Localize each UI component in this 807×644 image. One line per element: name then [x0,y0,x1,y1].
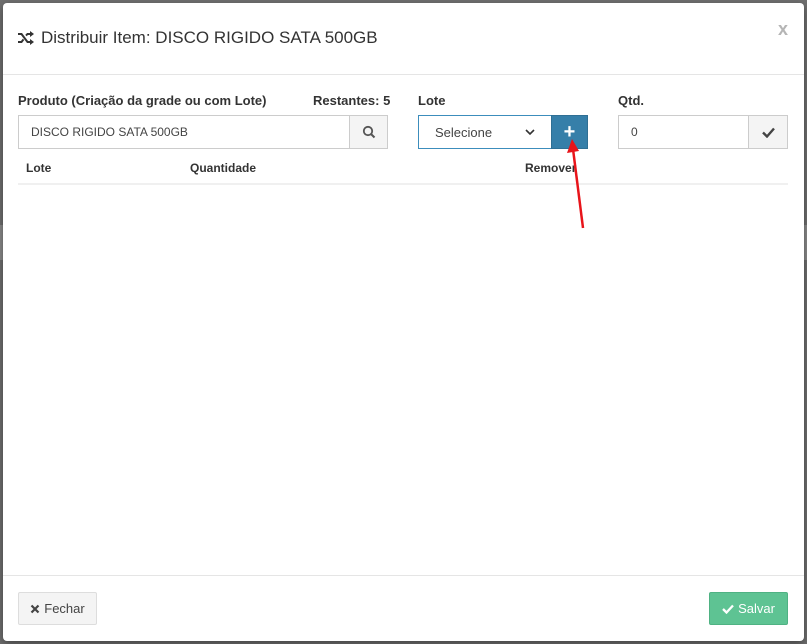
close-icon[interactable]: x [778,19,788,40]
produto-input[interactable]: DISCO RIGIDO SATA 500GB [18,115,350,149]
lote-select-value: Selecione [435,124,493,140]
modal-header: Distribuir Item: DISCO RIGIDO SATA 500GB… [3,3,804,75]
produto-label: Produto (Criação da grade ou com Lote) [18,93,267,108]
lote-label: Lote [418,93,446,108]
table-header-quantidade: Quantidade [190,161,257,175]
check-icon [722,604,734,614]
chevron-down-icon [525,128,535,135]
annotation-arrow-icon [567,139,585,229]
modal-title: Distribuir Item: DISCO RIGIDO SATA 500GB [17,28,378,48]
save-button[interactable]: Salvar [709,592,788,625]
qtd-label: Qtd. [618,93,644,108]
table-divider [18,183,788,185]
modal-footer-divider [3,575,804,576]
search-button[interactable] [349,115,388,149]
lote-select[interactable]: Selecione [418,115,552,149]
save-button-label: Salvar [738,601,775,616]
modal-title-text: Distribuir Item: DISCO RIGIDO SATA 500GB [41,28,378,47]
check-icon [761,127,775,138]
close-icon [30,604,40,613]
table-header-lote: Lote [26,161,52,175]
qtd-input-value: 0 [631,125,638,139]
produto-input-value: DISCO RIGIDO SATA 500GB [31,125,188,139]
search-icon [362,125,375,139]
restantes-label: Restantes: 5 [313,93,391,108]
close-button[interactable]: Fechar [18,592,97,625]
close-button-label: Fechar [44,601,85,616]
confirm-qtd-button[interactable] [748,115,788,149]
shuffle-icon [18,31,34,45]
distribute-item-modal: Distribuir Item: DISCO RIGIDO SATA 500GB… [3,3,804,641]
qtd-input[interactable]: 0 [618,115,750,149]
